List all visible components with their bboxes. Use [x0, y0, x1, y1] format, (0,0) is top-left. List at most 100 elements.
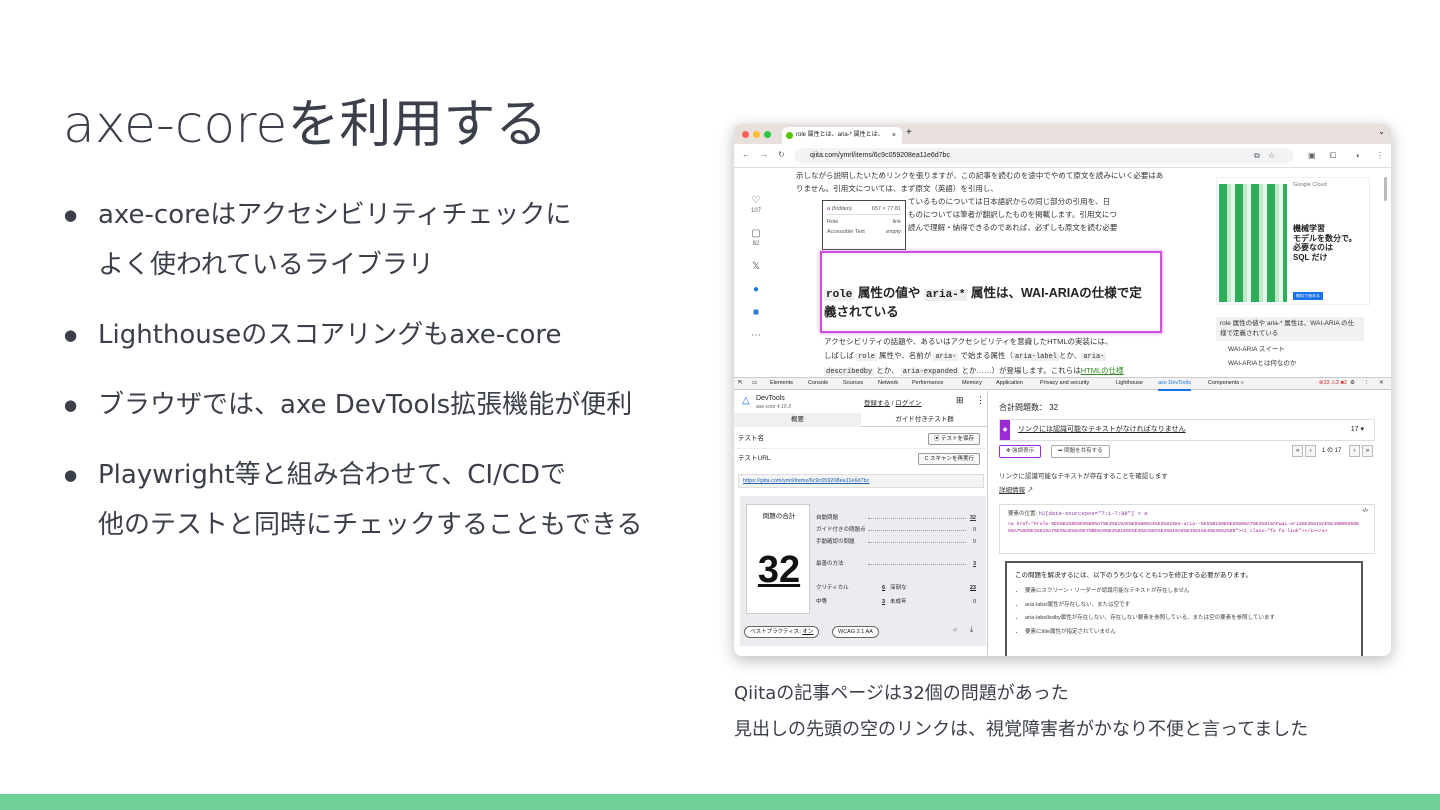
ad-headline: 機械学習 モデルを数分で。 必要なのは SQL だけ — [1293, 224, 1357, 262]
bullet-item: Playwright等と組み合わせて、CI/CDで 他のテストと同時にチェックす… — [64, 450, 704, 550]
best-practices-label: ベストプラクティス: — [750, 629, 801, 635]
device-toggle-icon[interactable]: ▭ — [752, 378, 757, 389]
inspect-icon[interactable]: ⇱ — [738, 378, 743, 389]
more-icon[interactable]: ⋯ — [746, 330, 766, 341]
minimize-window-dot[interactable] — [753, 131, 760, 138]
share-icon[interactable]: ⋖ — [952, 626, 958, 634]
new-tab-icon[interactable]: + — [906, 127, 912, 138]
x-share-icon[interactable]: 𝕏 — [746, 261, 766, 272]
article-page: ♡ 107 ▢ 82 𝕏 ● ■ ⋯ 示しながら説明したいためリンクを張りますが… — [734, 169, 1391, 377]
ad-cta-button[interactable]: 無料で始める — [1293, 292, 1323, 300]
signup-link[interactable]: 登録する — [864, 400, 890, 407]
serious-count[interactable]: 23 — [970, 582, 976, 594]
devtools-tab[interactable]: Elements — [770, 378, 793, 389]
tab-guided-tests[interactable]: ガイド付きテスト群 — [861, 413, 988, 427]
facebook-icon[interactable]: ● — [746, 284, 766, 295]
stock-icon[interactable]: ▢ — [746, 228, 766, 239]
axe-summary-panel: △ DevTools axe-core 4.10.3 登録する / ログイン ⊞… — [734, 391, 988, 656]
tab-search-icon[interactable]: ⌄ — [1378, 127, 1385, 136]
page-scrollbar[interactable] — [1384, 177, 1387, 201]
element-selector[interactable]: h2[data-sourcepos="7:1-7:88"] > a — [1039, 510, 1148, 517]
para-code: aria-label — [1012, 353, 1059, 361]
bookmark-star-icon[interactable]: ☆ — [1268, 151, 1275, 160]
share-issue-button[interactable]: ➦ 問題を共有する — [1051, 445, 1110, 458]
profile-icon[interactable]: ◐ — [1356, 151, 1361, 160]
browser-tab[interactable]: role 属性とは、aria-* 属性とは、 × — [782, 127, 902, 144]
settings-gear-icon[interactable]: ⚙ — [1350, 378, 1355, 389]
tooltip-size: 657 × 77.81 — [871, 206, 901, 212]
login-link[interactable]: ログイン — [895, 400, 921, 407]
like-icon[interactable]: ♡ — [746, 195, 766, 206]
tab-overview[interactable]: 概要 — [734, 413, 861, 427]
axe-menu-icon[interactable]: ⋮ — [976, 395, 985, 406]
google-cloud-ad[interactable]: Google Cloud 機械学習 モデルを数分で。 必要なのは SQL だけ … — [1216, 177, 1370, 305]
more-menu-icon[interactable]: ⋮ — [1376, 151, 1384, 160]
severity-row: クリティカル 6 深刻な 23 — [816, 582, 976, 594]
hatena-icon[interactable]: ■ — [746, 307, 766, 318]
devtools-tab[interactable]: Components » — [1208, 378, 1244, 389]
total-issues-label: 問題の合計 — [762, 513, 796, 520]
url-field[interactable]: qiita.com/ymrl/items/6c9c059208ea11e6d7b… — [794, 148, 1294, 164]
devtools-tab[interactable]: Network — [878, 378, 898, 389]
back-icon[interactable]: ← — [742, 150, 750, 159]
forward-icon[interactable]: → — [760, 150, 768, 159]
save-test-label: テストを保存 — [940, 436, 974, 442]
best-practices-toggle[interactable]: ベストプラクティス: オン — [744, 626, 820, 638]
next-page-icon[interactable]: › — [1349, 445, 1360, 457]
close-tab-icon[interactable]: × — [892, 127, 896, 144]
bullet-item: ブラウザでは、axe DevTools拡張機能が便利 — [64, 380, 704, 430]
issue-title[interactable]: リンクには認識可能なテキストがなければなりません — [1018, 420, 1186, 440]
toc-item[interactable]: WAI-ARIAとは何なのか — [1216, 357, 1364, 371]
test-url-value[interactable]: https://qiita.com/ymrl/items/6c9c059208e… — [738, 474, 984, 488]
devtools-tab-axe[interactable]: axe DevTools — [1158, 378, 1192, 391]
devtools-tab[interactable]: Sources — [843, 378, 863, 389]
toc-item[interactable]: role 属性の値や aria-* 属性は、WAI-ARIA の仕様で定義されて… — [1216, 317, 1364, 341]
first-page-icon[interactable]: « — [1292, 445, 1304, 457]
add-icon[interactable]: ⊞ — [956, 395, 964, 406]
devtools-tab[interactable]: Privacy and security — [1040, 378, 1089, 389]
total-issues-count[interactable]: 32 — [747, 549, 811, 592]
devtools-tab[interactable]: Lighthouse — [1116, 378, 1143, 389]
breakdown-value[interactable]: 3 — [973, 558, 976, 570]
close-window-dot[interactable] — [742, 131, 749, 138]
highlight-button[interactable]: ✥ 強調表示 — [999, 445, 1042, 458]
minor-label: 未成年 — [890, 599, 907, 605]
heading-code: role — [824, 289, 855, 301]
reload-icon[interactable]: ↻ — [778, 150, 785, 159]
devtools-tab[interactable]: Console — [808, 378, 828, 389]
cast-icon[interactable]: ⧉ — [1254, 151, 1260, 161]
devtools-close-icon[interactable]: ✕ — [1379, 378, 1384, 389]
issue-count[interactable]: 17 ▾ — [1351, 420, 1364, 440]
issues-total: 合計問題数： 32 — [999, 403, 1059, 412]
rescan-button[interactable]: C スキャンを再実行 — [918, 453, 980, 465]
devtools-tab[interactable]: Memory — [962, 378, 982, 389]
article-paragraph: 示しながら説明したいためリンクを張りますが、この記事を読むのを途中でやめて原文を… — [796, 171, 1164, 193]
prev-page-icon[interactable]: ‹ — [1305, 445, 1317, 457]
puzzle-icon[interactable]: ⧠ — [1330, 151, 1336, 161]
toc-item[interactable]: WAI-ARIA スイート — [1216, 343, 1364, 357]
issue-header[interactable]: ◆ リンクには認識可能なテキストがなければなりません 17 ▾ — [999, 419, 1375, 441]
breakdown-value[interactable]: 32 — [970, 512, 976, 524]
issue-pager: «‹ 1 の 17 ›» — [1290, 445, 1373, 458]
last-page-icon[interactable]: » — [1362, 445, 1373, 457]
wcag-level-toggle[interactable]: WCAG 2.1 AA — [832, 626, 879, 638]
error-counts[interactable]: ⊗33 ⚠2 ■2 — [1319, 378, 1347, 389]
heading-text-part: 義されている — [824, 305, 899, 319]
devtools-tab[interactable]: Application — [996, 378, 1023, 389]
moderate-count[interactable]: 3 — [882, 596, 885, 608]
critical-count[interactable]: 6 — [882, 582, 885, 594]
breakdown-row: ガイド付きの問題点 0 — [816, 524, 976, 536]
devtools-more-icon[interactable]: ⋮ — [1364, 378, 1370, 389]
save-test-button[interactable]: ▣ テストを保存 — [927, 433, 980, 445]
download-icon[interactable]: ⤓ — [970, 626, 973, 634]
devtools-tab[interactable]: Performance — [912, 378, 944, 389]
axe-version: axe-core 4.10.3 — [756, 404, 791, 410]
more-info-link[interactable]: 詳細情報 — [999, 487, 1025, 494]
heading-text-part: 属性は、WAI-ARIAの仕様で定 — [967, 286, 1142, 300]
tooltip-state: (hidden) — [831, 206, 852, 212]
extension-icon[interactable]: ▣ — [1308, 151, 1316, 160]
html-spec-link[interactable]: HTMLの仕様 — [1081, 366, 1124, 375]
maximize-window-dot[interactable] — [764, 131, 771, 138]
code-view-icon[interactable]: ‹/› — [1362, 508, 1368, 514]
bullet-line: Playwright等と組み合わせて、CI/CDで — [98, 460, 567, 490]
